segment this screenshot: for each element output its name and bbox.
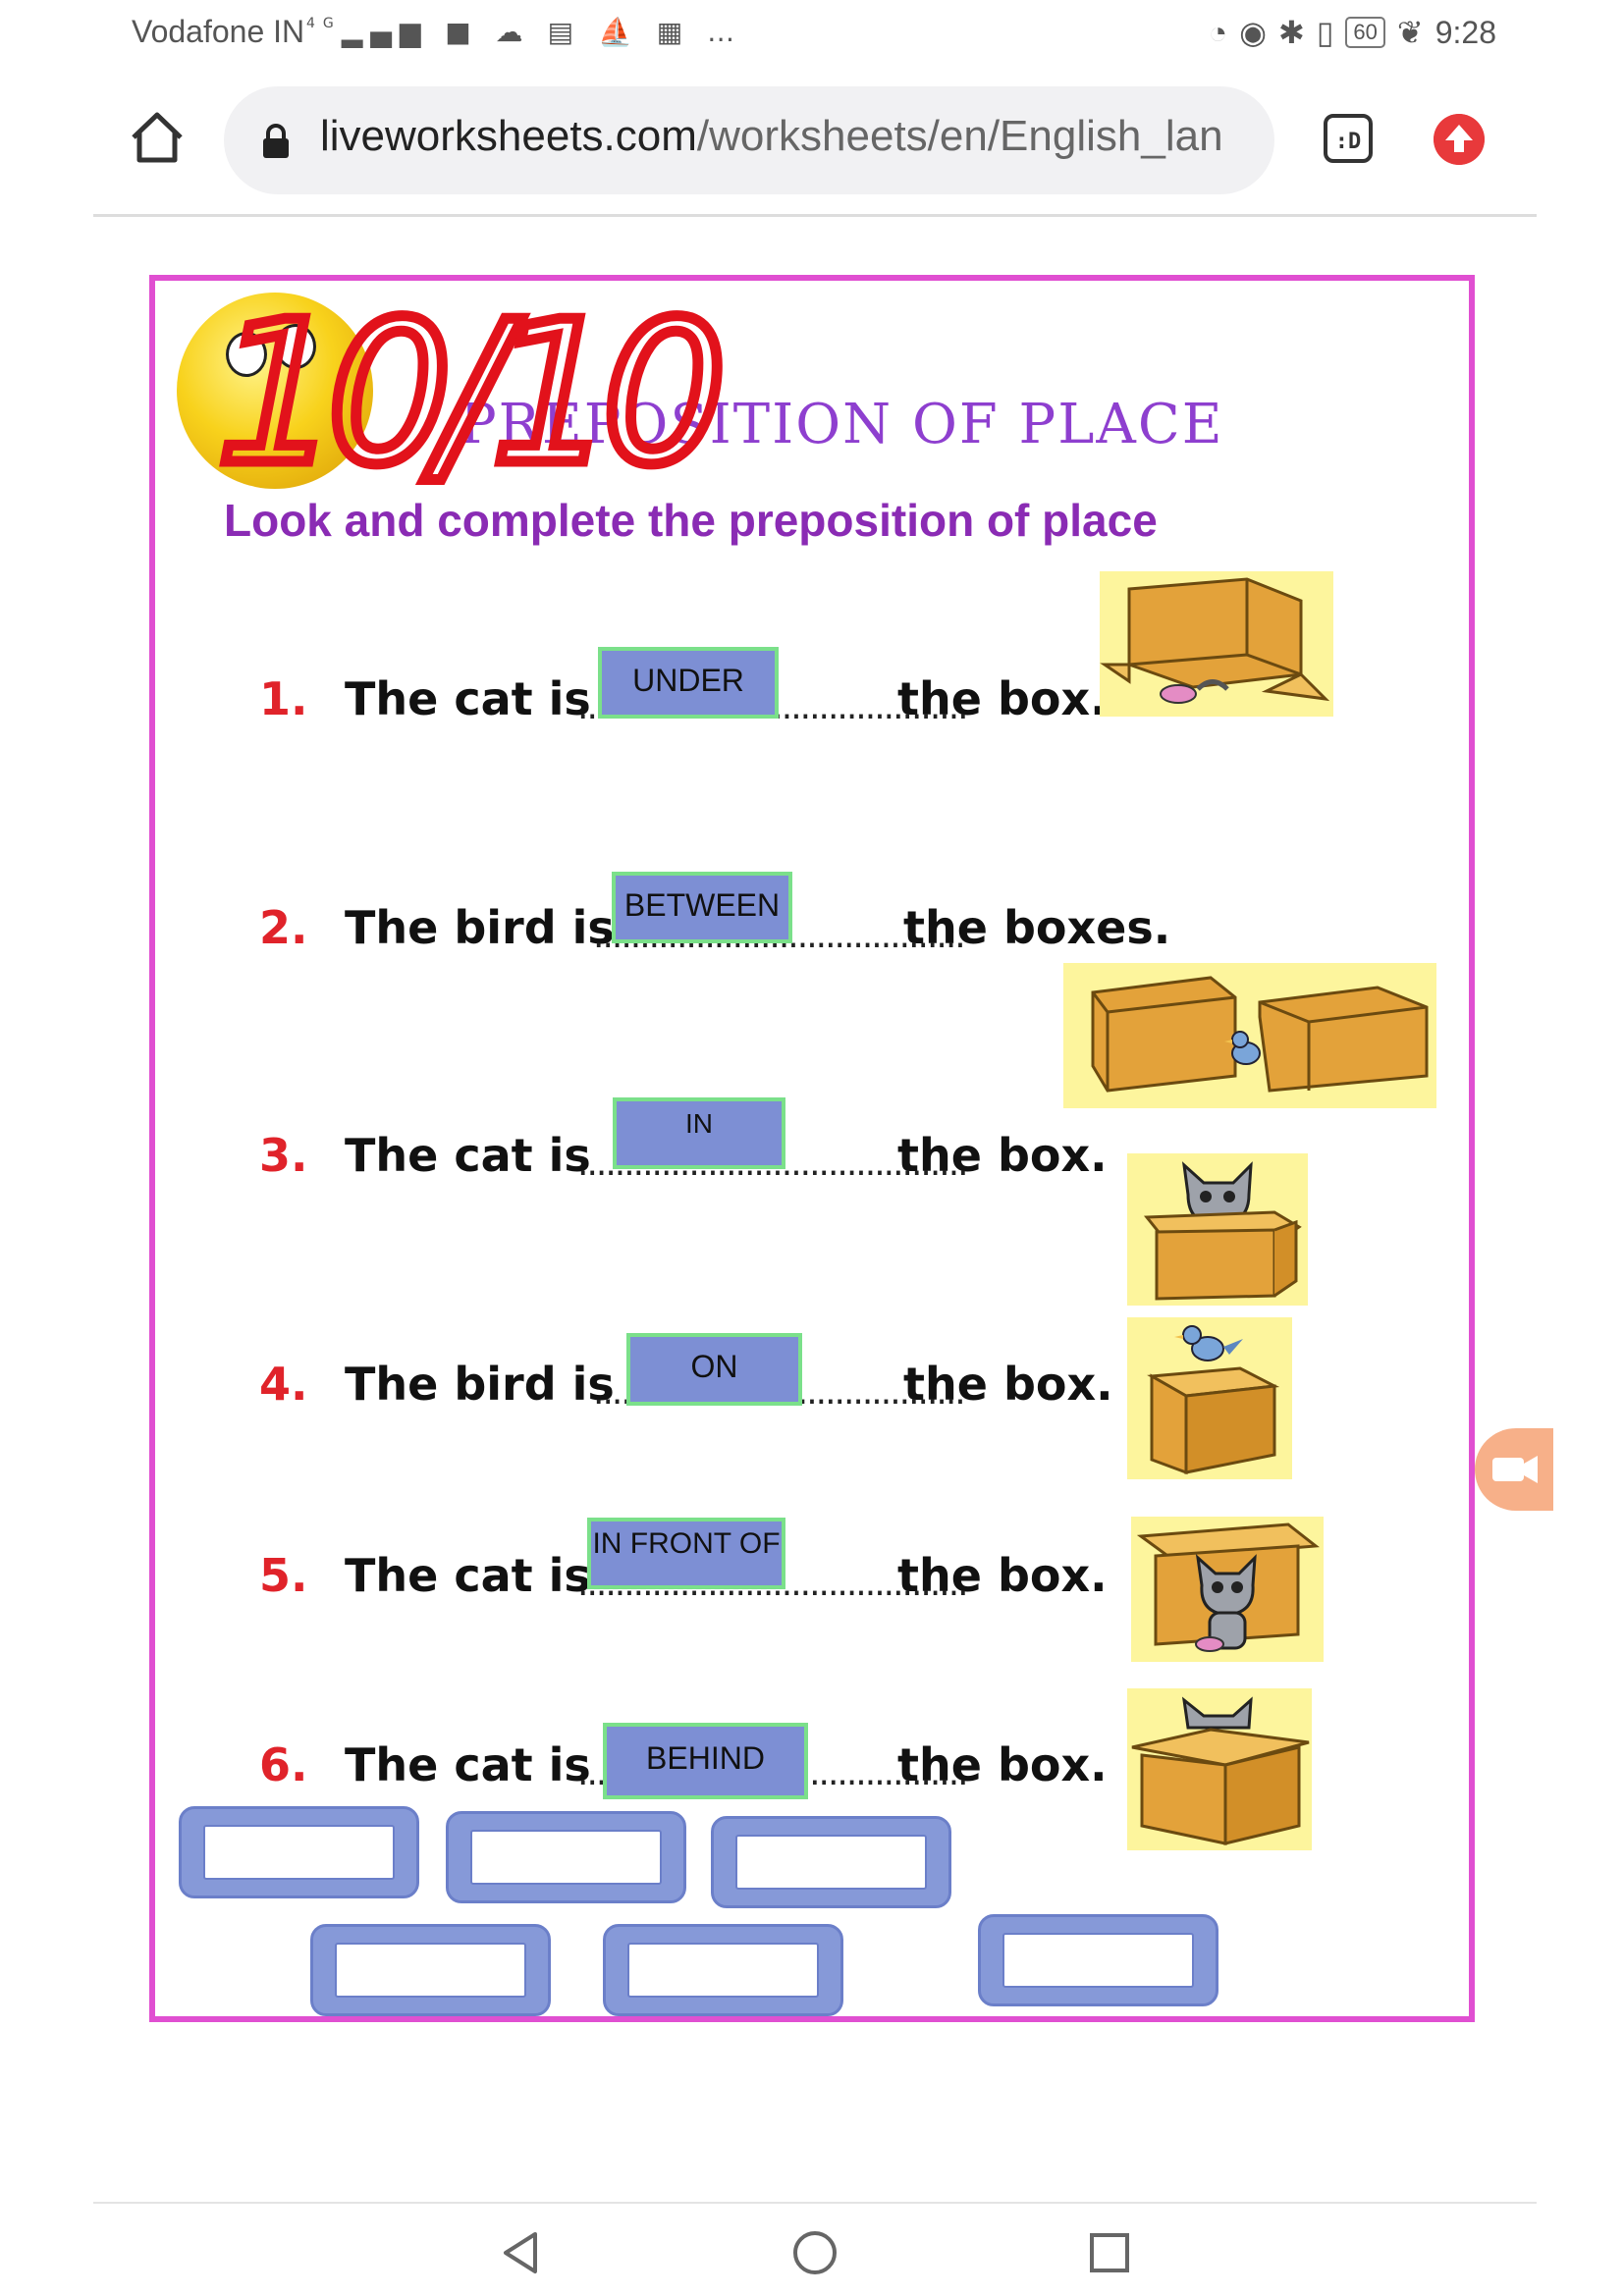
eye-icon: ◉ — [1239, 15, 1267, 50]
question-stem: The cat is — [345, 672, 591, 725]
question-number: 5. — [259, 1549, 308, 1602]
record-glyph — [1492, 1456, 1538, 1483]
slot-inner — [203, 1825, 395, 1880]
clock-time: 9:28 — [1435, 14, 1496, 50]
status-bar: Vodafone IN 4G▂▄▆ ■ ☁ ▤ ⛵ ▦ … ◔ ◉ ✱ ▯ 60… — [0, 0, 1624, 69]
answer-box[interactable]: BEHIND — [603, 1723, 808, 1799]
more-icon: … — [707, 16, 743, 48]
picture-cat-under-box — [1100, 571, 1333, 717]
battery-icon: 60 — [1345, 17, 1385, 48]
answer-box[interactable]: IN — [613, 1097, 785, 1169]
toolbar-divider — [93, 214, 1537, 217]
status-right: ◔ ◉ ✱ ▯ 60 ❦ 9:28 — [1209, 14, 1496, 51]
record-video-icon[interactable] — [1475, 1428, 1553, 1511]
vibrate-icon: ▯ — [1316, 15, 1334, 50]
network-type: 4G — [306, 16, 342, 31]
question-number: 6. — [259, 1738, 308, 1791]
url-text[interactable]: liveworksheets.com/worksheets/en/English… — [320, 112, 1223, 161]
news-icon: ▦ — [656, 16, 691, 48]
slot-inner — [627, 1943, 819, 1998]
slot-inner — [735, 1835, 927, 1890]
question-stem: The bird is — [345, 901, 615, 954]
instruction-text: Look and complete the preposition of pla… — [224, 495, 1158, 546]
question-stem: The cat is — [345, 1738, 591, 1791]
question-stem: The cat is — [345, 1549, 591, 1602]
nav-divider — [93, 2202, 1537, 2204]
slot-inner — [1002, 1933, 1194, 1988]
answer-bank-slot[interactable] — [446, 1811, 686, 1903]
lock-icon — [263, 124, 289, 158]
home-icon[interactable] — [128, 108, 187, 167]
answer-bank-slot[interactable] — [310, 1924, 551, 2016]
answer-bank-slot[interactable] — [978, 1914, 1218, 2006]
answer-box[interactable]: BETWEEN — [612, 872, 792, 943]
answer-box[interactable]: ON — [626, 1333, 802, 1406]
back-triangle-icon[interactable] — [496, 2228, 545, 2277]
message-icon: ▤ — [547, 16, 582, 48]
video-icon: ■ — [445, 16, 479, 48]
question-number: 4. — [259, 1358, 308, 1411]
picture-cat-in-front-of-box — [1131, 1517, 1324, 1662]
url-domain: liveworksheets.com — [320, 112, 697, 160]
question-number: 2. — [259, 901, 308, 954]
answer-bank-slot[interactable] — [711, 1816, 951, 1908]
leaf-icon: ❦ — [1396, 15, 1424, 50]
picture-cat-in-box — [1127, 1153, 1308, 1306]
signal-icon: ▂▄▆ — [341, 16, 429, 48]
answer-box[interactable]: UNDER — [598, 647, 779, 719]
slot-inner — [335, 1943, 526, 1998]
picture-cat-behind-box — [1127, 1688, 1312, 1850]
recents-square-icon[interactable] — [1085, 2228, 1134, 2277]
question-stem: The cat is — [345, 1129, 591, 1182]
picture-bird-between-boxes — [1063, 963, 1436, 1108]
browser-toolbar: liveworksheets.com/worksheets/en/English… — [0, 79, 1624, 206]
bluetooth-icon: ✱ — [1278, 15, 1305, 50]
score-mark: 10/10 — [211, 275, 737, 502]
address-bar[interactable]: liveworksheets.com/worksheets/en/English… — [224, 86, 1274, 194]
answer-bank-slot[interactable] — [603, 1924, 843, 2016]
question-number: 3. — [259, 1129, 308, 1182]
question-number: 1. — [259, 672, 308, 725]
data-saver-icon: ◔ — [1208, 14, 1228, 50]
home-circle-icon[interactable] — [790, 2228, 839, 2277]
boat-icon: ⛵ — [597, 16, 640, 48]
answer-box[interactable]: IN FRONT OF — [587, 1518, 785, 1589]
carrier-name: Vodafone IN — [132, 14, 305, 49]
update-arrow-icon[interactable] — [1434, 114, 1485, 165]
answer-bank-slot[interactable] — [179, 1806, 419, 1898]
score-text: 10/10 — [216, 280, 718, 501]
cloud-icon: ☁ — [495, 16, 531, 48]
status-icons: 4G▂▄▆ ■ ☁ ▤ ⛵ ▦ … — [306, 16, 742, 48]
question-stem: The bird is — [345, 1358, 615, 1411]
url-path: /worksheets/en/English_lan — [696, 112, 1223, 160]
picture-bird-on-box — [1127, 1317, 1292, 1479]
slot-inner — [470, 1830, 662, 1885]
tabs-icon[interactable]: :D — [1324, 114, 1373, 163]
